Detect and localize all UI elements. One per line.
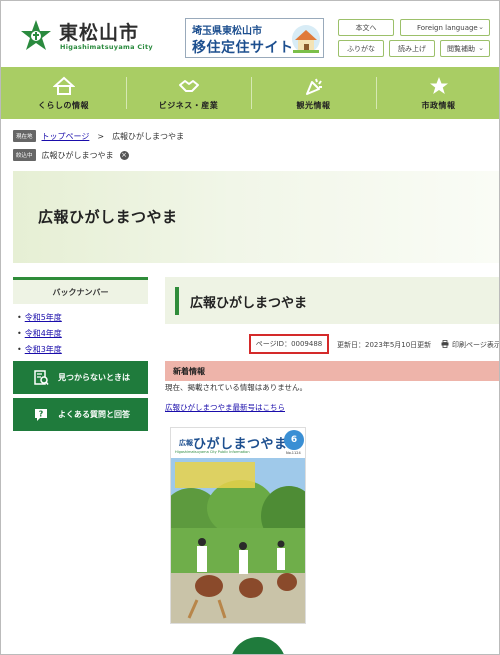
faq-button[interactable]: ? よくある質問と回答 bbox=[13, 398, 148, 431]
filter-tag: 絞込中 bbox=[13, 149, 36, 161]
banner-line-1: 埼玉県東松山市 bbox=[192, 26, 262, 37]
not-found-help-label: 見つからないときは bbox=[58, 373, 130, 382]
backnumber-link-r5[interactable]: 令和5年度 bbox=[25, 313, 62, 322]
handshake-icon bbox=[178, 80, 199, 92]
page-meta: ページID：0009488 更新日：2023年5月10日更新 印刷ページ表示 bbox=[165, 334, 500, 354]
chevron-down-icon: ⌄ bbox=[478, 23, 484, 31]
cover-masthead: 広報 ひがしまつやま 6 Higashimatsuyama City Publi… bbox=[171, 428, 305, 458]
news-heading: 新着情報 bbox=[165, 361, 499, 381]
list-item: 令和4年度 bbox=[17, 328, 62, 339]
title-accent bbox=[175, 287, 179, 315]
hero-title: 広報ひがしまつやま bbox=[38, 208, 178, 226]
city-emblem-icon[interactable] bbox=[20, 19, 52, 53]
global-nav: くらしの情報 ビジネス・産業 観光情報 市政情報 bbox=[1, 67, 499, 119]
nav-label-living: くらしの情報 bbox=[38, 101, 89, 110]
site-logo-roman: Higashimatsuyama City bbox=[60, 43, 153, 51]
list-item: 令和3年度 bbox=[17, 344, 62, 355]
read-aloud-button[interactable]: 読み上げ bbox=[389, 40, 435, 57]
nav-item-living[interactable]: くらしの情報 bbox=[1, 67, 126, 119]
city-emblem-icon bbox=[429, 77, 448, 94]
foreign-language-button[interactable]: Foreign language ⌄ bbox=[400, 19, 490, 36]
chevron-down-icon: ⌄ bbox=[478, 44, 484, 52]
page-title: 広報ひがしまつやま bbox=[190, 296, 308, 311]
skip-to-content-label: 本文へ bbox=[355, 23, 377, 32]
question-bubble-icon: ? bbox=[35, 408, 47, 421]
filter-value: 広報ひがしまつやま bbox=[41, 150, 114, 160]
cover-subtitle: Higashimatsuyama City Public Information bbox=[175, 450, 250, 454]
backnumber-heading: バックナンバー bbox=[13, 277, 148, 304]
page-id: ページID：0009488 bbox=[249, 334, 329, 354]
banner-line-2: 移住定住サイト bbox=[192, 40, 294, 56]
furigana-label: ふりがな bbox=[347, 44, 375, 53]
close-icon[interactable]: × bbox=[119, 150, 129, 160]
backnumber-link-r4[interactable]: 令和4年度 bbox=[25, 329, 62, 338]
cover-koho: 広報 bbox=[179, 439, 193, 447]
nav-label-business: ビジネス・産業 bbox=[158, 101, 219, 110]
nav-item-business[interactable]: ビジネス・産業 bbox=[126, 67, 251, 119]
accessibility-button[interactable]: 閲覧補助 ⌄ bbox=[440, 40, 490, 57]
backnumber-list: 令和5年度 令和4年度 令和3年度 bbox=[17, 312, 62, 360]
relocation-site-banner[interactable]: 埼玉県東松山市 移住定住サイト bbox=[185, 18, 324, 58]
cover-issue-badge: 6 bbox=[284, 430, 304, 450]
nav-item-city-admin[interactable]: 市政情報 bbox=[376, 67, 499, 119]
search-document-icon bbox=[34, 369, 49, 385]
party-popper-icon bbox=[305, 78, 322, 95]
nav-item-tourism[interactable]: 観光情報 bbox=[251, 67, 376, 119]
magazine-cover-image[interactable]: 広報 ひがしまつやま 6 Higashimatsuyama City Publi… bbox=[170, 427, 306, 624]
breadcrumb-home-link[interactable]: トップページ bbox=[42, 131, 90, 142]
page-frame: 東松山市 Higashimatsuyama City 埼玉県東松山市 移住定住サ… bbox=[0, 0, 500, 655]
faq-label: よくある質問と回答 bbox=[58, 410, 130, 419]
breadcrumb-filter-row: 絞込中 広報ひがしまつやま × bbox=[13, 147, 184, 163]
news-empty-message: 現在、掲載されている情報はありません。 bbox=[165, 383, 308, 392]
festival-photo bbox=[171, 458, 305, 623]
nav-label-city-admin: 市政情報 bbox=[421, 101, 456, 110]
foreign-language-label: Foreign language bbox=[417, 23, 478, 32]
print-label: 印刷ページ表示 bbox=[452, 341, 500, 349]
breadcrumb-current: 広報ひがしまつやま bbox=[112, 131, 185, 141]
category-hero: 広報ひがしまつやま bbox=[13, 171, 499, 263]
printer-icon bbox=[441, 340, 449, 348]
page-title-bar: 広報ひがしまつやま bbox=[165, 277, 499, 324]
latest-issue-link[interactable]: 広報ひがしまつやま最新号はこちら bbox=[165, 402, 285, 413]
breadcrumb-location-row: 現在地 トップページ > 広報ひがしまつやま bbox=[13, 128, 184, 144]
svg-text:?: ? bbox=[39, 409, 44, 418]
breadcrumb-separator: > bbox=[97, 131, 105, 141]
nav-label-tourism: 観光情報 bbox=[296, 101, 331, 110]
site-logo-name[interactable]: 東松山市 bbox=[59, 18, 139, 45]
read-aloud-label: 読み上げ bbox=[398, 44, 426, 53]
cover-number: No.1124 bbox=[286, 451, 301, 455]
updated-date: 更新日：2023年5月10日更新 bbox=[337, 341, 432, 349]
location-tag: 現在地 bbox=[13, 130, 36, 142]
backnumber-link-r3[interactable]: 令和3年度 bbox=[25, 345, 62, 354]
not-found-help-button[interactable]: 見つからないときは bbox=[13, 361, 148, 394]
accessibility-label: 閲覧補助 bbox=[447, 44, 475, 53]
print-link[interactable]: 印刷ページ表示 bbox=[441, 340, 500, 350]
scroll-top-search-tab[interactable] bbox=[230, 637, 286, 654]
house-illustration-icon bbox=[292, 25, 320, 53]
breadcrumb: 現在地 トップページ > 広報ひがしまつやま 絞込中 広報ひがしまつやま × bbox=[13, 128, 184, 166]
site-header: 東松山市 Higashimatsuyama City 埼玉県東松山市 移住定住サ… bbox=[1, 1, 499, 67]
furigana-button[interactable]: ふりがな bbox=[338, 40, 384, 57]
house-icon bbox=[52, 76, 75, 95]
skip-to-content-button[interactable]: 本文へ bbox=[338, 19, 394, 36]
list-item: 令和5年度 bbox=[17, 312, 62, 323]
